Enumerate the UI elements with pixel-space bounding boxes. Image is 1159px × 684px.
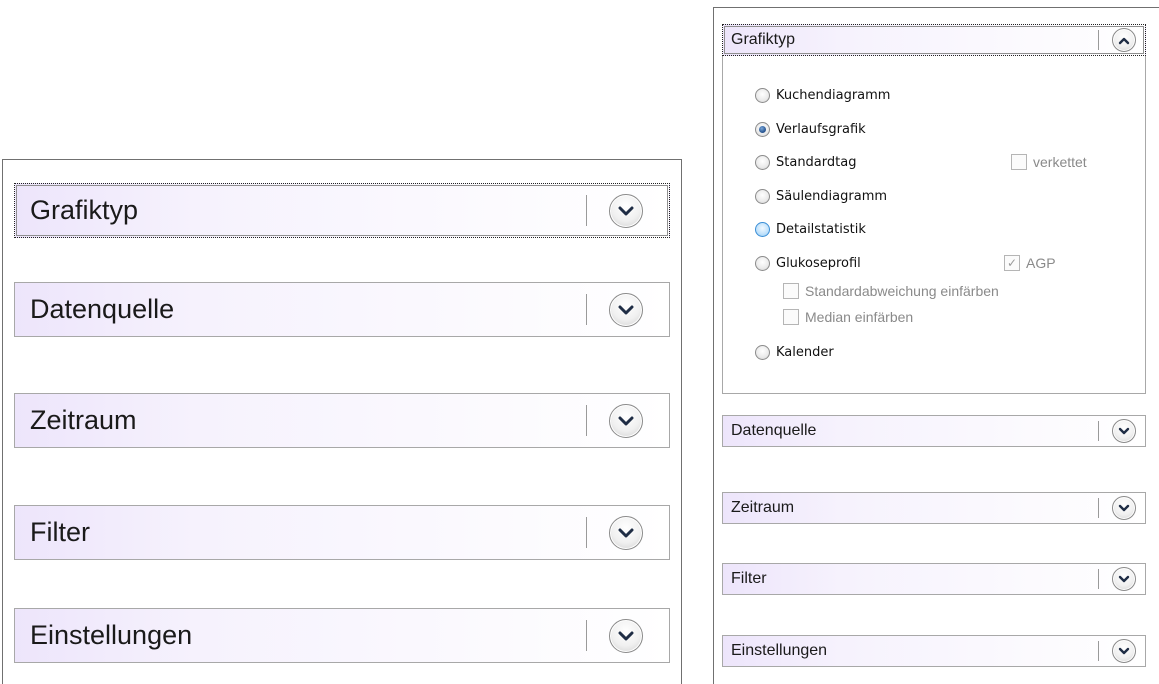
- checkbox-standardabweichung[interactable]: Standardabweichung einfärben: [783, 283, 999, 299]
- section-title: Einstellungen: [30, 620, 193, 650]
- chevron-down-icon[interactable]: [609, 292, 643, 327]
- chevron-down-icon[interactable]: [1112, 639, 1136, 663]
- header-divider: [1098, 641, 1099, 661]
- radio-button[interactable]: [755, 155, 770, 170]
- radio-button[interactable]: [755, 122, 770, 137]
- radio-button[interactable]: [755, 222, 770, 237]
- section-header-datenquelle[interactable]: Datenquelle: [722, 415, 1146, 447]
- chevron-down-icon[interactable]: [609, 618, 643, 653]
- checkbox[interactable]: [1004, 255, 1020, 271]
- section-header-grafiktyp[interactable]: Grafiktyp: [14, 183, 670, 238]
- section-title: Filter: [731, 570, 767, 587]
- radio-kalender[interactable]: Kalender: [755, 345, 834, 360]
- checkbox-verkettet[interactable]: verkettet: [1011, 154, 1087, 170]
- radio-button[interactable]: [755, 88, 770, 103]
- section-title: Einstellungen: [731, 642, 828, 659]
- radio-label: Detailstatistik: [776, 222, 866, 237]
- header-divider: [1098, 569, 1099, 589]
- section-title: Zeitraum: [30, 405, 137, 435]
- checkbox[interactable]: [1011, 154, 1027, 170]
- checkbox-median[interactable]: Median einfärben: [783, 309, 913, 325]
- checkbox-label: Median einfärben: [805, 309, 914, 325]
- radio-label: Glukoseprofil: [776, 256, 861, 271]
- chevron-down-icon[interactable]: [609, 193, 643, 228]
- radio-kuchendiagramm[interactable]: Kuchendiagramm: [755, 88, 890, 103]
- section-title: Datenquelle: [731, 422, 817, 439]
- checkbox-label: AGP: [1026, 255, 1056, 271]
- header-divider: [1098, 498, 1099, 518]
- section-header-filter[interactable]: Filter: [722, 563, 1146, 595]
- header-divider: [586, 517, 587, 548]
- section-title: Grafiktyp: [731, 31, 796, 48]
- checkbox-agp[interactable]: AGP: [1004, 255, 1056, 271]
- chevron-down-icon[interactable]: [609, 403, 643, 438]
- header-divider: [586, 405, 587, 436]
- section-header-zeitraum[interactable]: Zeitraum: [14, 393, 670, 448]
- section-title: Datenquelle: [30, 294, 175, 324]
- radio-saeulendiagramm[interactable]: Säulendiagramm: [755, 189, 887, 204]
- checkbox[interactable]: [783, 309, 799, 325]
- expanded-panel: Grafiktyp Kuchendiagramm Verlaufsgrafik …: [713, 7, 1159, 684]
- grafiktyp-section: Grafiktyp Kuchendiagramm Verlaufsgrafik …: [722, 24, 1146, 394]
- radio-standardtag[interactable]: Standardtag: [755, 155, 856, 170]
- radio-label: Säulendiagramm: [776, 189, 888, 204]
- header-divider: [586, 195, 587, 226]
- radio-detailstatistik[interactable]: Detailstatistik: [755, 222, 866, 237]
- checkbox-label: verkettet: [1033, 154, 1087, 170]
- radio-label: Kalender: [776, 345, 834, 360]
- section-title: Grafiktyp: [30, 195, 139, 225]
- chevron-down-icon[interactable]: [1112, 496, 1136, 520]
- header-divider: [586, 294, 587, 325]
- section-header-zeitraum[interactable]: Zeitraum: [722, 492, 1146, 524]
- radio-glukoseprofil[interactable]: Glukoseprofil: [755, 256, 861, 271]
- radio-button[interactable]: [755, 256, 770, 271]
- radio-label: Kuchendiagramm: [776, 88, 891, 103]
- checkbox[interactable]: [783, 283, 799, 299]
- collapsed-panel: Grafiktyp Datenquelle Zeitraum Filter Ei…: [2, 159, 682, 684]
- section-header-datenquelle[interactable]: Datenquelle: [14, 282, 670, 337]
- chevron-down-icon[interactable]: [609, 515, 643, 550]
- section-header-grafiktyp[interactable]: Grafiktyp: [722, 24, 1146, 56]
- chevron-down-icon[interactable]: [1112, 567, 1136, 591]
- radio-verlaufsgrafik[interactable]: Verlaufsgrafik: [755, 122, 866, 137]
- chevron-up-icon[interactable]: [1112, 28, 1136, 52]
- radio-button[interactable]: [755, 345, 770, 360]
- radio-label: Verlaufsgrafik: [776, 122, 866, 137]
- section-title: Filter: [30, 517, 90, 547]
- section-header-filter[interactable]: Filter: [14, 505, 670, 560]
- section-header-einstellungen[interactable]: Einstellungen: [14, 608, 670, 663]
- header-divider: [586, 620, 587, 651]
- section-header-einstellungen[interactable]: Einstellungen: [722, 635, 1146, 667]
- chevron-down-icon[interactable]: [1112, 419, 1136, 443]
- radio-button[interactable]: [755, 189, 770, 204]
- checkbox-label: Standardabweichung einfärben: [805, 283, 999, 299]
- section-title: Zeitraum: [731, 499, 795, 516]
- header-divider: [1098, 30, 1099, 50]
- header-divider: [1098, 421, 1099, 441]
- radio-label: Standardtag: [776, 155, 857, 170]
